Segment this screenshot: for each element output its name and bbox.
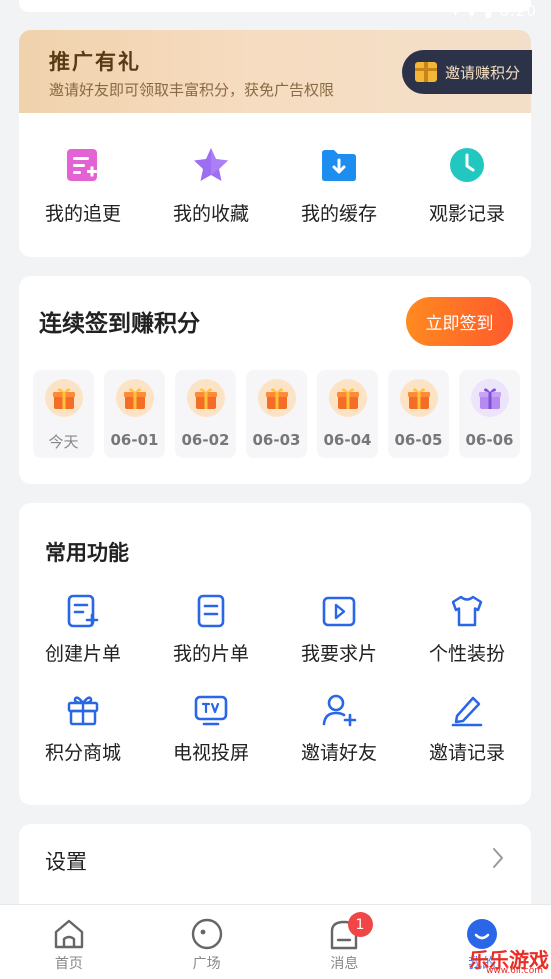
create-list-icon: [67, 594, 99, 628]
gift-box-icon: [328, 379, 367, 417]
function-my-lists[interactable]: 我的片单: [147, 593, 275, 666]
sign-in-day-label: 06-01: [110, 431, 159, 449]
follow-update-icon: [63, 145, 103, 185]
function-personal-dress-up[interactable]: 个性装扮: [403, 593, 531, 666]
quick-item-follow-updates[interactable]: 我的追更: [19, 113, 147, 257]
play-request-icon: [322, 596, 356, 627]
promo-banner[interactable]: 推广有礼 邀请好友即可领取丰富积分，获免广告权限 邀请赚积分: [19, 30, 532, 113]
function-invite-records[interactable]: 邀请记录: [403, 692, 531, 765]
download-folder-icon: [319, 145, 359, 185]
function-label: 邀请记录: [428, 742, 505, 764]
settings-row[interactable]: 设置: [19, 824, 531, 904]
function-points-mall[interactable]: 积分商城: [19, 692, 147, 765]
quick-item-label: 我的缓存: [300, 203, 377, 225]
sign-in-day[interactable]: 06-04: [317, 370, 378, 458]
sign-in-day-label: 06-04: [323, 431, 372, 449]
quick-item-label: 我的收藏: [172, 203, 249, 225]
function-label: 我要求片: [300, 643, 377, 665]
quick-item-label: 观影记录: [428, 203, 505, 225]
function-create-list[interactable]: 创建片单: [19, 593, 147, 666]
sign-in-day[interactable]: 06-06: [459, 370, 520, 458]
function-label: 个性装扮: [428, 643, 505, 665]
watermark-url: www.6ll.com: [486, 966, 543, 976]
settings-label: 设置: [45, 850, 87, 874]
gift-icon: [415, 62, 437, 82]
function-label: 我的片单: [172, 643, 249, 665]
tab-label: 首页: [54, 956, 83, 972]
gift-box-icon: [399, 379, 438, 417]
invite-button-label: 邀请赚积分: [445, 63, 521, 82]
function-label: 创建片单: [44, 643, 121, 665]
gift-box-icon: [257, 379, 296, 417]
quick-entries: 我的追更 我的收藏 我的缓存 观影记录: [19, 113, 531, 257]
list-icon: [197, 594, 225, 628]
sign-in-day[interactable]: 06-03: [246, 370, 307, 458]
function-tv-cast[interactable]: 电视投屏: [147, 692, 275, 765]
sign-in-day[interactable]: 06-01: [104, 370, 165, 458]
common-functions-title: 常用功能: [45, 541, 129, 565]
unread-badge: 1: [347, 912, 373, 937]
gift-icon: [67, 696, 99, 726]
quick-item-watch-history[interactable]: 观影记录: [403, 113, 531, 257]
sign-in-title: 连续签到赚积分: [39, 311, 200, 337]
sign-in-card: 连续签到赚积分 立即签到 今天 06-01 06-02 06-03 06-04 …: [19, 276, 531, 484]
banner-title: 推广有礼: [49, 50, 141, 74]
tab-plaza[interactable]: 广场: [138, 905, 276, 979]
sign-in-day-label: 06-03: [252, 431, 301, 449]
function-invite-friends[interactable]: 邀请好友: [275, 692, 403, 765]
star-icon: [191, 145, 231, 185]
sign-in-day-label: 06-06: [465, 431, 514, 449]
shirt-icon: [451, 595, 483, 627]
status-bar-icons: ▾ ▼ ▮ 6:20: [451, 2, 537, 20]
gift-box-icon: [44, 379, 83, 417]
chevron-right-icon: [493, 848, 503, 868]
tv-icon: [194, 695, 228, 726]
gift-box-icon: [115, 379, 154, 417]
sign-in-day[interactable]: 今天: [33, 370, 94, 458]
edit-record-icon: [451, 696, 483, 727]
tab-label: 广场: [192, 956, 221, 972]
invite-earn-points-button[interactable]: 邀请赚积分: [402, 50, 532, 94]
home-icon: [54, 919, 84, 949]
function-label: 积分商城: [44, 742, 121, 764]
function-request-movie[interactable]: 我要求片: [275, 593, 403, 666]
clock-icon: [447, 145, 487, 185]
tab-messages[interactable]: 1 消息: [276, 905, 414, 979]
sign-in-day[interactable]: 06-05: [388, 370, 449, 458]
gift-box-icon: [186, 379, 225, 417]
common-functions-card: 常用功能 创建片单 我的片单 我要求片 个性装扮 积分商城 电视投屏 邀请好友 …: [19, 503, 531, 805]
plaza-icon: [191, 918, 222, 950]
sign-in-days: 今天 06-01 06-02 06-03 06-04 06-05 06-06: [33, 370, 520, 458]
banner-subtitle: 邀请好友即可领取丰富积分，获免广告权限: [49, 81, 335, 99]
tab-home[interactable]: 首页: [0, 905, 138, 979]
function-label: 电视投屏: [172, 742, 249, 764]
sign-in-day-label: 今天: [48, 433, 79, 451]
sign-in-now-button[interactable]: 立即签到: [406, 297, 513, 346]
quick-item-favorites[interactable]: 我的收藏: [147, 113, 275, 257]
function-label: 邀请好友: [300, 742, 377, 764]
tab-label: 消息: [330, 956, 359, 972]
functions-grid: 创建片单 我的片单 我要求片 个性装扮 积分商城 电视投屏 邀请好友 邀请记录: [19, 593, 531, 765]
add-user-icon: [322, 694, 357, 727]
sign-in-day-label: 06-05: [394, 431, 443, 449]
purple-gift-box-icon: [470, 379, 509, 417]
quick-item-label: 我的追更: [44, 203, 121, 225]
sign-in-day[interactable]: 06-02: [175, 370, 236, 458]
quick-item-cache[interactable]: 我的缓存: [275, 113, 403, 257]
sign-in-day-label: 06-02: [181, 431, 230, 449]
